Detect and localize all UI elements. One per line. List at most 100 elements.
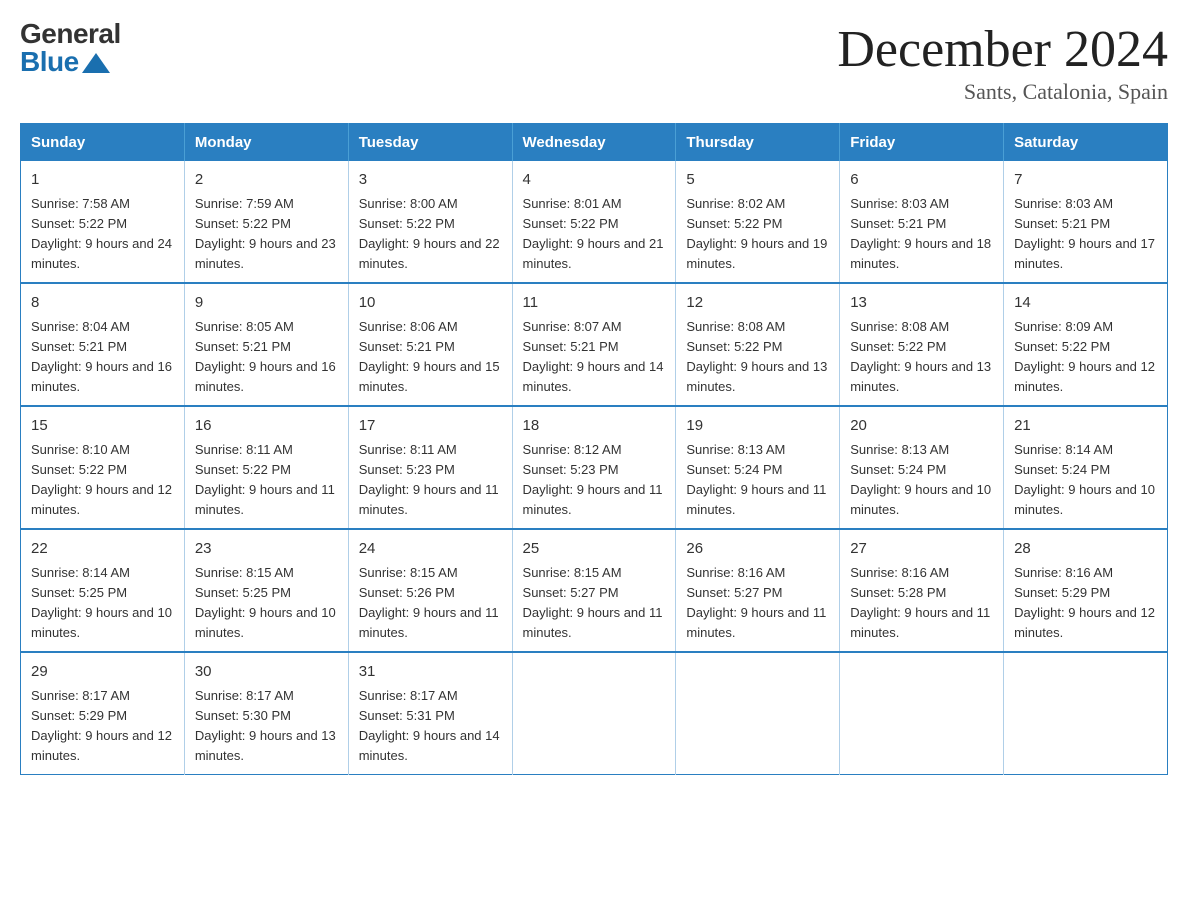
day-info: Sunrise: 8:16 AMSunset: 5:27 PMDaylight:… <box>686 565 826 640</box>
day-info: Sunrise: 8:16 AMSunset: 5:28 PMDaylight:… <box>850 565 990 640</box>
day-cell: 10 Sunrise: 8:06 AMSunset: 5:21 PMDayligh… <box>348 283 512 406</box>
day-info: Sunrise: 8:06 AMSunset: 5:21 PMDaylight:… <box>359 319 500 394</box>
day-number: 8 <box>31 292 174 315</box>
day-info: Sunrise: 8:15 AMSunset: 5:26 PMDaylight:… <box>359 565 499 640</box>
day-info: Sunrise: 8:13 AMSunset: 5:24 PMDaylight:… <box>850 442 991 517</box>
day-cell: 14 Sunrise: 8:09 AMSunset: 5:22 PMDayligh… <box>1004 283 1168 406</box>
day-cell <box>676 652 840 775</box>
day-info: Sunrise: 8:11 AMSunset: 5:23 PMDaylight:… <box>359 442 499 517</box>
day-cell: 23Sunrise: 8:15 AMSunset: 5:25 PMDayligh… <box>184 529 348 652</box>
day-info: Sunrise: 8:02 AMSunset: 5:22 PMDaylight:… <box>686 196 827 271</box>
day-info: Sunrise: 8:17 AMSunset: 5:29 PMDaylight:… <box>31 688 172 763</box>
week-row-2: 8Sunrise: 8:04 AMSunset: 5:21 PMDaylight… <box>21 283 1168 406</box>
day-number: 22 <box>31 538 174 561</box>
calendar-header-row: SundayMondayTuesdayWednesdayThursdayFrid… <box>21 124 1168 162</box>
day-number: 21 <box>1014 415 1157 438</box>
week-row-5: 29 Sunrise: 8:17 AMSunset: 5:29 PMDayligh… <box>21 652 1168 775</box>
day-number: 3 <box>359 169 502 192</box>
day-number: 10 <box>359 292 502 315</box>
day-number: 15 <box>31 415 174 438</box>
day-cell: 11Sunrise: 8:07 AMSunset: 5:21 PMDayligh… <box>512 283 676 406</box>
day-cell: 18 Sunrise: 8:12 AMSunset: 5:23 PMDayligh… <box>512 406 676 529</box>
day-number: 4 <box>523 169 666 192</box>
day-number: 13 <box>850 292 993 315</box>
day-cell: 2 Sunrise: 7:59 AMSunset: 5:22 PMDaylight… <box>184 161 348 283</box>
day-number: 2 <box>195 169 338 192</box>
day-cell: 4 Sunrise: 8:01 AMSunset: 5:22 PMDaylight… <box>512 161 676 283</box>
header-friday: Friday <box>840 124 1004 162</box>
day-info: Sunrise: 8:11 AMSunset: 5:22 PMDaylight:… <box>195 442 335 517</box>
header-wednesday: Wednesday <box>512 124 676 162</box>
day-number: 9 <box>195 292 338 315</box>
day-cell: 26Sunrise: 8:16 AMSunset: 5:27 PMDayligh… <box>676 529 840 652</box>
day-number: 18 <box>523 415 666 438</box>
day-cell: 3Sunrise: 8:00 AMSunset: 5:22 PMDaylight… <box>348 161 512 283</box>
main-title: December 2024 <box>837 20 1168 79</box>
day-cell: 7 Sunrise: 8:03 AMSunset: 5:21 PMDaylight… <box>1004 161 1168 283</box>
day-info: Sunrise: 8:03 AMSunset: 5:21 PMDaylight:… <box>850 196 991 271</box>
day-cell: 9 Sunrise: 8:05 AMSunset: 5:21 PMDaylight… <box>184 283 348 406</box>
day-cell: 25Sunrise: 8:15 AMSunset: 5:27 PMDayligh… <box>512 529 676 652</box>
logo: General Blue <box>20 20 121 76</box>
day-cell: 8Sunrise: 8:04 AMSunset: 5:21 PMDaylight… <box>21 283 185 406</box>
day-number: 31 <box>359 661 502 684</box>
day-info: Sunrise: 8:08 AMSunset: 5:22 PMDaylight:… <box>850 319 991 394</box>
day-info: Sunrise: 8:12 AMSunset: 5:23 PMDaylight:… <box>523 442 663 517</box>
subtitle: Sants, Catalonia, Spain <box>837 79 1168 105</box>
day-number: 25 <box>523 538 666 561</box>
header-thursday: Thursday <box>676 124 840 162</box>
day-number: 27 <box>850 538 993 561</box>
day-cell: 15Sunrise: 8:10 AMSunset: 5:22 PMDayligh… <box>21 406 185 529</box>
header-monday: Monday <box>184 124 348 162</box>
day-info: Sunrise: 8:17 AMSunset: 5:30 PMDaylight:… <box>195 688 336 763</box>
day-cell: 17 Sunrise: 8:11 AMSunset: 5:23 PMDayligh… <box>348 406 512 529</box>
day-cell: 22 Sunrise: 8:14 AMSunset: 5:25 PMDayligh… <box>21 529 185 652</box>
day-cell: 24 Sunrise: 8:15 AMSunset: 5:26 PMDayligh… <box>348 529 512 652</box>
day-cell: 6 Sunrise: 8:03 AMSunset: 5:21 PMDaylight… <box>840 161 1004 283</box>
day-number: 12 <box>686 292 829 315</box>
day-cell: 19 Sunrise: 8:13 AMSunset: 5:24 PMDayligh… <box>676 406 840 529</box>
day-info: Sunrise: 8:13 AMSunset: 5:24 PMDaylight:… <box>686 442 826 517</box>
day-number: 24 <box>359 538 502 561</box>
day-info: Sunrise: 8:09 AMSunset: 5:22 PMDaylight:… <box>1014 319 1155 394</box>
day-info: Sunrise: 8:16 AMSunset: 5:29 PMDaylight:… <box>1014 565 1155 640</box>
day-number: 1 <box>31 169 174 192</box>
day-number: 14 <box>1014 292 1157 315</box>
day-number: 30 <box>195 661 338 684</box>
day-info: Sunrise: 8:05 AMSunset: 5:21 PMDaylight:… <box>195 319 336 394</box>
logo-icon <box>82 53 110 73</box>
day-info: Sunrise: 8:03 AMSunset: 5:21 PMDaylight:… <box>1014 196 1155 271</box>
week-row-4: 22 Sunrise: 8:14 AMSunset: 5:25 PMDayligh… <box>21 529 1168 652</box>
page-header: General Blue December 2024 Sants, Catalo… <box>20 20 1168 105</box>
header-sunday: Sunday <box>21 124 185 162</box>
day-cell <box>840 652 1004 775</box>
day-number: 7 <box>1014 169 1157 192</box>
day-cell: 29 Sunrise: 8:17 AMSunset: 5:29 PMDayligh… <box>21 652 185 775</box>
day-cell: 1Sunrise: 7:58 AMSunset: 5:22 PMDaylight… <box>21 161 185 283</box>
day-info: Sunrise: 8:01 AMSunset: 5:22 PMDaylight:… <box>523 196 664 271</box>
day-info: Sunrise: 7:59 AMSunset: 5:22 PMDaylight:… <box>195 196 336 271</box>
day-number: 29 <box>31 661 174 684</box>
day-number: 6 <box>850 169 993 192</box>
day-cell: 5Sunrise: 8:02 AMSunset: 5:22 PMDaylight… <box>676 161 840 283</box>
day-cell: 28 Sunrise: 8:16 AMSunset: 5:29 PMDayligh… <box>1004 529 1168 652</box>
week-row-3: 15Sunrise: 8:10 AMSunset: 5:22 PMDayligh… <box>21 406 1168 529</box>
day-info: Sunrise: 8:15 AMSunset: 5:25 PMDaylight:… <box>195 565 336 640</box>
day-info: Sunrise: 8:17 AMSunset: 5:31 PMDaylight:… <box>359 688 500 763</box>
day-number: 20 <box>850 415 993 438</box>
day-cell: 21 Sunrise: 8:14 AMSunset: 5:24 PMDayligh… <box>1004 406 1168 529</box>
day-number: 19 <box>686 415 829 438</box>
day-number: 17 <box>359 415 502 438</box>
calendar-table: SundayMondayTuesdayWednesdayThursdayFrid… <box>20 123 1168 775</box>
header-saturday: Saturday <box>1004 124 1168 162</box>
day-info: Sunrise: 8:14 AMSunset: 5:25 PMDaylight:… <box>31 565 172 640</box>
day-number: 28 <box>1014 538 1157 561</box>
day-cell <box>1004 652 1168 775</box>
day-info: Sunrise: 8:14 AMSunset: 5:24 PMDaylight:… <box>1014 442 1155 517</box>
week-row-1: 1Sunrise: 7:58 AMSunset: 5:22 PMDaylight… <box>21 161 1168 283</box>
logo-blue-text: Blue <box>20 48 121 76</box>
day-cell <box>512 652 676 775</box>
day-info: Sunrise: 8:07 AMSunset: 5:21 PMDaylight:… <box>523 319 664 394</box>
title-block: December 2024 Sants, Catalonia, Spain <box>837 20 1168 105</box>
day-info: Sunrise: 8:08 AMSunset: 5:22 PMDaylight:… <box>686 319 827 394</box>
